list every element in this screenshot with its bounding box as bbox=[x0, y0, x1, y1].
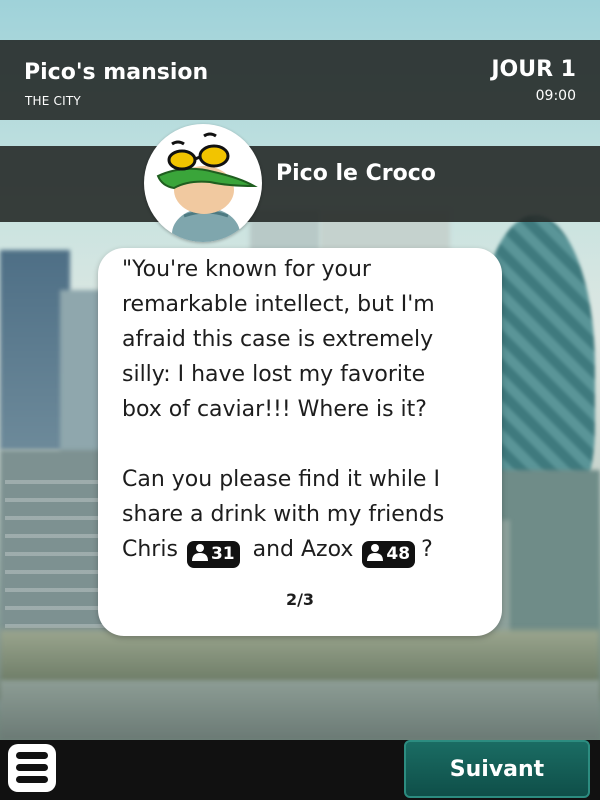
friend1-name: Chris bbox=[122, 537, 178, 562]
speaker-bar: Pico le Croco bbox=[0, 146, 600, 222]
friend1-badge[interactable]: 31 bbox=[186, 541, 240, 568]
dialogue-card[interactable]: "You're known for your remarkable intell… bbox=[98, 248, 502, 636]
location-header: Pico's mansion THE CITY JOUR 1 09:00 bbox=[0, 40, 600, 120]
location-title: Pico's mansion bbox=[24, 60, 209, 85]
person-icon bbox=[191, 544, 208, 561]
location-subtitle: THE CITY bbox=[25, 94, 81, 108]
speaker-name: Pico le Croco bbox=[276, 161, 436, 186]
dialogue-line: Can you please find it while I bbox=[122, 467, 440, 492]
dialogue-line: "You're known for your bbox=[122, 257, 371, 282]
end-punctuation: ? bbox=[421, 537, 433, 562]
friend1-count: 31 bbox=[210, 544, 235, 564]
friend2-badge[interactable]: 48 bbox=[362, 541, 416, 568]
dialogue-line: box of caviar!!! Where is it? bbox=[122, 397, 427, 422]
page-indicator: 2/3 bbox=[285, 590, 315, 609]
dialogue-text: "You're known for your remarkable intell… bbox=[122, 257, 492, 568]
dialogue-line: remarkable intellect, but I'm bbox=[122, 292, 435, 317]
connector-text: and Azox bbox=[252, 537, 354, 562]
dialogue-line: silly: I have lost my favorite bbox=[122, 362, 426, 387]
hamburger-menu-icon[interactable] bbox=[8, 744, 56, 792]
friend2-count: 48 bbox=[386, 544, 411, 564]
day-label: JOUR 1 bbox=[491, 57, 576, 82]
time-label: 09:00 bbox=[535, 88, 576, 104]
crocodile-avatar-icon bbox=[144, 124, 262, 242]
dialogue-last-line: Chris 31 and Azox 48 ? bbox=[122, 532, 492, 568]
person-icon bbox=[367, 544, 384, 561]
dialogue-line: afraid this case is extremely bbox=[122, 327, 434, 352]
dialogue-line: share a drink with my friends bbox=[122, 502, 445, 527]
bottom-bar: Suivant bbox=[0, 740, 600, 800]
next-button[interactable]: Suivant bbox=[404, 740, 590, 798]
